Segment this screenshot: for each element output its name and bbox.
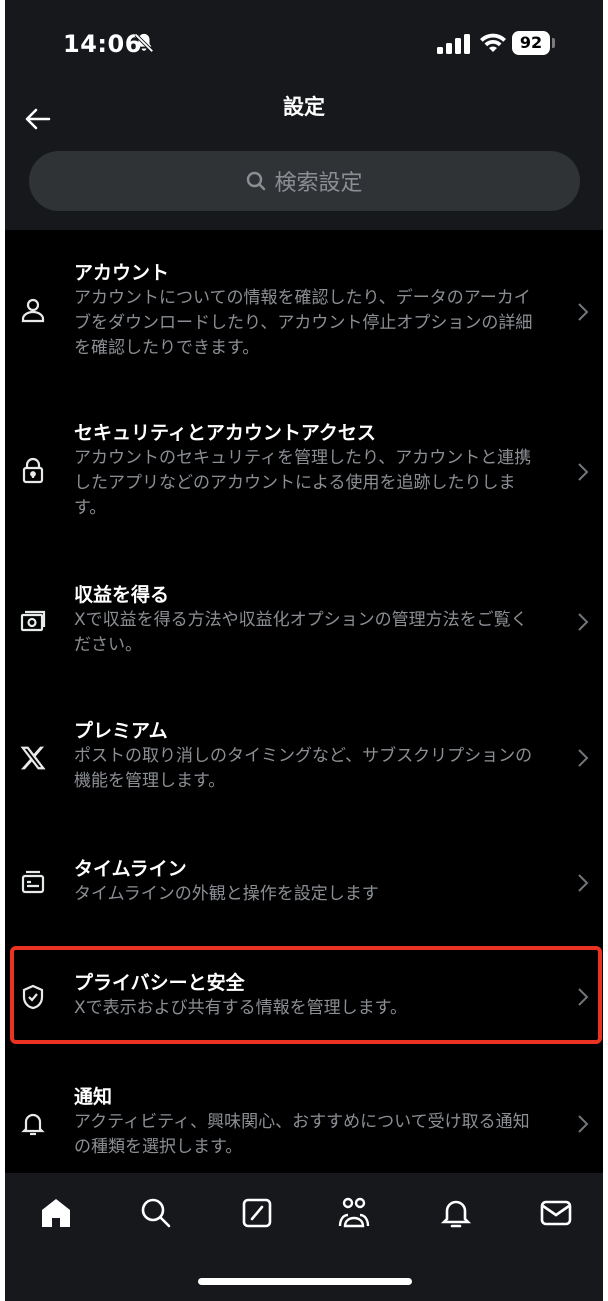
- home-icon[interactable]: [38, 1195, 74, 1231]
- chevron-right-icon: [578, 463, 589, 481]
- signal-icon: [437, 34, 470, 54]
- bell-off-icon: [134, 33, 154, 53]
- status-time: 14:06: [63, 30, 142, 58]
- search-icon[interactable]: [138, 1195, 174, 1231]
- settings-item-premium[interactable]: プレミアム ポストの取り消しのタイミングなど、サブスクリプションの機能を管理しま…: [5, 718, 603, 798]
- settings-item-description: ポストの取り消しのタイミングなど、サブスクリプションの機能を管理します。: [74, 746, 533, 791]
- page-title: 設定: [283, 95, 325, 119]
- settings-item-description: アクティビティ、興味関心、おすすめについて受け取る通知の種類を選択します。: [74, 1112, 530, 1157]
- settings-item-description: Xで収益を得る方法や収益化オプションの管理方法をご覧ください。: [74, 610, 528, 655]
- timeline-icon: [21, 870, 45, 894]
- lock-icon: [22, 457, 44, 484]
- highlight-box: [10, 946, 602, 1044]
- settings-item-title: 通知: [74, 1086, 113, 1108]
- home-indicator: [198, 1278, 412, 1285]
- search-placeholder: 検索設定: [274, 171, 363, 196]
- x-logo-icon: [20, 746, 46, 770]
- messages-icon[interactable]: [538, 1195, 574, 1231]
- settings-item-description: アカウントのセキュリティを管理したり、アカウントと連携したアプリなどのアカウント…: [74, 448, 532, 518]
- settings-item-account[interactable]: アカウント アカウントについての情報を確認したり、データのアーカイブをダウンロー…: [5, 260, 603, 365]
- app-frame: 14:06 92 設定 検索設定 アカウント アカウントについての情報を確認した…: [5, 0, 603, 1301]
- chevron-right-icon: [578, 1115, 589, 1133]
- settings-item-title: タイムライン: [74, 858, 187, 880]
- wifi-icon: [480, 33, 506, 52]
- settings-item-notifications[interactable]: 通知 アクティビティ、興味関心、おすすめについて受け取る通知の種類を選択します。: [5, 1084, 603, 1164]
- settings-header: 設定 検索設定: [5, 90, 603, 230]
- chevron-right-icon: [578, 613, 589, 631]
- communities-icon[interactable]: [336, 1195, 372, 1231]
- notifications-icon[interactable]: [438, 1195, 474, 1231]
- compose-icon[interactable]: [239, 1195, 275, 1231]
- status-bar: 14:06 92: [5, 0, 603, 90]
- bell-icon: [21, 1113, 45, 1136]
- settings-item-security[interactable]: セキュリティとアカウントアクセス アカウントのセキュリティを管理したり、アカウン…: [5, 420, 603, 525]
- chevron-right-icon: [578, 874, 589, 892]
- person-icon: [21, 298, 45, 323]
- settings-item-timeline[interactable]: タイムライン タイムラインの外観と操作を設定します: [5, 856, 603, 911]
- money-icon: [20, 610, 46, 632]
- chevron-right-icon: [578, 303, 589, 321]
- search-settings-input[interactable]: 検索設定: [29, 151, 580, 211]
- settings-item-title: 収益を得る: [74, 584, 170, 606]
- settings-item-description: タイムラインの外観と操作を設定します: [74, 884, 379, 904]
- battery-tip: [552, 38, 555, 48]
- chevron-right-icon: [578, 749, 589, 767]
- settings-item-title: アカウント: [74, 262, 170, 284]
- settings-item-title: プレミアム: [74, 720, 168, 742]
- search-icon: [247, 171, 266, 191]
- settings-item-description: アカウントについての情報を確認したり、データのアーカイブをダウンロードしたり、ア…: [74, 288, 533, 358]
- bottom-tab-bar: [5, 1173, 603, 1301]
- settings-item-title: セキュリティとアカウントアクセス: [74, 422, 376, 444]
- settings-item-monetization[interactable]: 収益を得る Xで収益を得る方法や収益化オプションの管理方法をご覧ください。: [5, 582, 603, 662]
- battery-level: 92: [512, 31, 550, 55]
